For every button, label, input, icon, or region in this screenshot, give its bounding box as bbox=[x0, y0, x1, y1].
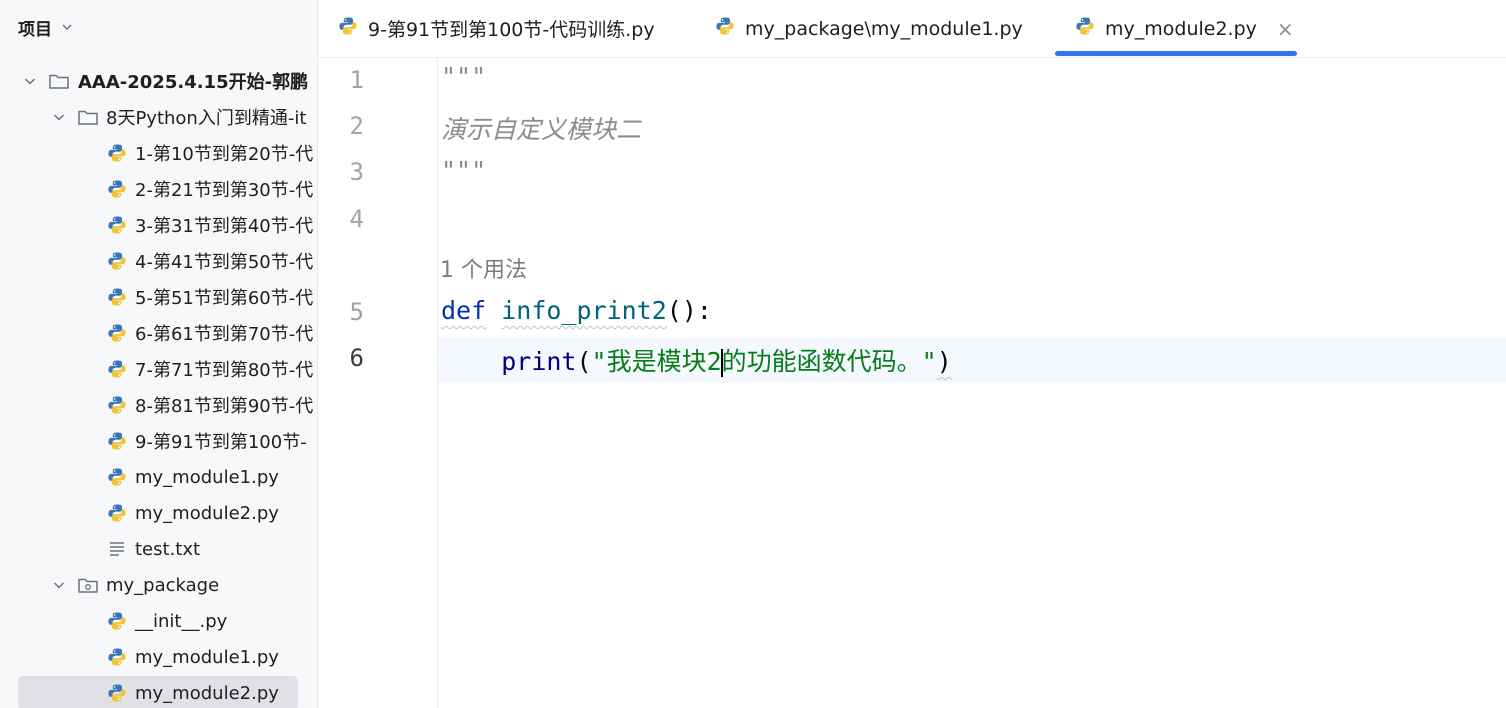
tree-file-item[interactable]: 5-第51节到第60节-代 bbox=[0, 280, 317, 314]
code-line-3: """ bbox=[441, 156, 487, 185]
tree-item-label: 2-第21节到第30节-代 bbox=[135, 180, 314, 201]
line-number-gutter: 1 2 3 4 5 6 bbox=[318, 58, 438, 708]
python-file-icon bbox=[106, 682, 128, 704]
python-file-icon bbox=[106, 466, 128, 488]
tree-item-label: 5-第51节到第60节-代 bbox=[135, 288, 314, 309]
python-file-icon bbox=[106, 214, 128, 236]
python-file-icon bbox=[106, 394, 128, 416]
tree-item-label: AAA-2025.4.15开始-郭鹏 bbox=[78, 72, 309, 93]
line-number: 1 bbox=[349, 66, 364, 94]
python-file-icon bbox=[106, 142, 128, 164]
python-file-icon bbox=[106, 610, 128, 632]
tree-item-label: my_module1.py bbox=[135, 646, 279, 668]
line-number: 4 bbox=[349, 205, 364, 233]
tree-file-item[interactable]: 6-第61节到第70节-代 bbox=[0, 316, 317, 350]
tree-file-item[interactable]: __init__.py bbox=[0, 604, 317, 638]
tree-file-item[interactable]: 8-第81节到第90节-代 bbox=[0, 388, 317, 422]
tab-my-module2[interactable]: my_module2.py × bbox=[1075, 0, 1294, 57]
tree-file-item[interactable]: 3-第31节到第40节-代 bbox=[0, 208, 317, 242]
code-punct: ( bbox=[576, 347, 592, 376]
tree-file-item[interactable]: my_module1.py bbox=[0, 460, 317, 494]
tree-item-label: my_module2.py bbox=[135, 682, 279, 704]
code-line-6: print("我是模块2的功能函数代码。") bbox=[441, 342, 952, 378]
python-file-icon bbox=[338, 16, 358, 41]
line-number-current: 6 bbox=[349, 344, 364, 372]
python-file-icon bbox=[106, 502, 128, 524]
builtin-print: print bbox=[501, 347, 577, 376]
python-file-icon bbox=[106, 358, 128, 380]
tree-item-label: my_package bbox=[106, 574, 220, 596]
tree-item-label: 8-第81节到第90节-代 bbox=[135, 396, 314, 417]
tree-file-item[interactable]: 4-第41节到第50节-代 bbox=[0, 244, 317, 278]
python-file-icon bbox=[106, 286, 128, 308]
tree-file-item[interactable]: 1-第10节到第20节-代 bbox=[0, 136, 317, 170]
tree-folder-item[interactable]: my_package bbox=[0, 568, 317, 602]
python-file-icon bbox=[106, 178, 128, 200]
python-file-icon bbox=[106, 430, 128, 452]
tab-9-code-training[interactable]: 9-第91节到第100节-代码训练.py bbox=[338, 0, 655, 57]
project-panel-header[interactable]: 项目 bbox=[18, 14, 72, 40]
code-line-5: def info_print2(): bbox=[441, 296, 712, 325]
text-file-icon bbox=[106, 538, 128, 560]
code-line-2: 演示自定义模块二 bbox=[441, 115, 642, 144]
folder-icon bbox=[48, 70, 70, 92]
tree-file-item[interactable]: test.txt bbox=[0, 532, 317, 566]
tab-label: 9-第91节到第100节-代码训练.py bbox=[368, 19, 655, 41]
python-file-icon bbox=[106, 322, 128, 344]
python-file-icon bbox=[106, 250, 128, 272]
python-file-icon bbox=[106, 646, 128, 668]
editor-tab-bar: 9-第91节到第100节-代码训练.py my_package\my_modul… bbox=[318, 0, 1506, 58]
code-punct: ) bbox=[936, 347, 952, 376]
tree-item-label: 7-第71节到第80节-代 bbox=[135, 360, 314, 381]
python-file-icon bbox=[715, 16, 735, 41]
line-number: 2 bbox=[349, 112, 364, 140]
close-icon[interactable]: × bbox=[1277, 17, 1294, 41]
tab-label: my_package\my_module1.py bbox=[745, 17, 1023, 40]
string-literal-a: "我是模块2 bbox=[591, 347, 722, 376]
tree-file-item[interactable]: my_module1.py bbox=[0, 640, 317, 674]
tree-item-label: my_module2.py bbox=[135, 502, 279, 524]
tree-file-item[interactable]: 9-第91节到第100节- bbox=[0, 424, 317, 458]
tree-item-label: 8天Python入门到精通-it bbox=[106, 108, 307, 129]
folder-icon bbox=[77, 106, 99, 128]
chevron-down-icon[interactable] bbox=[62, 22, 72, 32]
project-panel-title: 项目 bbox=[18, 19, 52, 40]
tree-item-label: __init__.py bbox=[135, 610, 228, 632]
active-tab-indicator bbox=[1055, 51, 1297, 56]
chevron-down-icon[interactable] bbox=[52, 110, 66, 124]
tree-item-label: my_module1.py bbox=[135, 466, 279, 488]
tree-item-label: 1-第10节到第20节-代 bbox=[135, 144, 314, 165]
tree-item-label: test.txt bbox=[135, 538, 201, 560]
tree-file-item[interactable]: 7-第71节到第80节-代 bbox=[0, 352, 317, 386]
usage-hint[interactable]: 1 个用法 bbox=[440, 252, 527, 284]
project-panel: 项目 AAA-2025.4.15开始-郭鹏 8天Python入门到精通-it 1-第… bbox=[0, 0, 318, 708]
string-literal-b: 的功能函数代码。" bbox=[721, 347, 937, 376]
tree-file-item[interactable]: 2-第21节到第30节-代 bbox=[0, 172, 317, 206]
chevron-down-icon[interactable] bbox=[52, 578, 66, 592]
line-number: 3 bbox=[349, 158, 364, 186]
tab-my-package-module1[interactable]: my_package\my_module1.py bbox=[715, 0, 1023, 57]
tree-item-label: 9-第91节到第100节- bbox=[135, 432, 307, 453]
code-line-1: """ bbox=[441, 62, 487, 91]
tree-folder-item[interactable]: AAA-2025.4.15开始-郭鹏 bbox=[0, 64, 317, 98]
package-folder-icon bbox=[77, 574, 99, 596]
tree-file-item[interactable]: my_module2.py bbox=[0, 496, 317, 530]
python-file-icon bbox=[1075, 16, 1095, 41]
tree-file-item[interactable]: my_module2.py bbox=[18, 676, 298, 708]
tree-item-label: 3-第31节到第40节-代 bbox=[135, 216, 314, 237]
function-name: info_print2 bbox=[501, 296, 667, 325]
tree-folder-item[interactable]: 8天Python入门到精通-it bbox=[0, 100, 317, 134]
tab-label: my_module2.py bbox=[1105, 17, 1257, 40]
chevron-down-icon[interactable] bbox=[23, 74, 37, 88]
tree-item-label: 6-第61节到第70节-代 bbox=[135, 324, 314, 345]
line-number: 5 bbox=[349, 298, 364, 326]
code-punct: (): bbox=[666, 296, 712, 325]
tree-item-label: 4-第41节到第50节-代 bbox=[135, 252, 314, 273]
keyword-def: def bbox=[441, 296, 487, 325]
